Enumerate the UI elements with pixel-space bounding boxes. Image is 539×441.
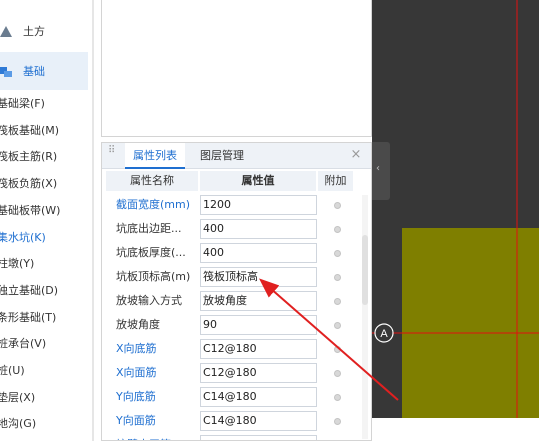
property-name: 坑底板厚度(... xyxy=(116,246,186,259)
app-window: 土方 基础 基础梁(F) 筏板基础(M) 筏板主筋(R) 筏板负筋(X) 基础板带(W)… xyxy=(0,0,539,441)
property-value-field[interactable]: C12@180 xyxy=(200,363,317,383)
column-header-value: 属性值 xyxy=(200,171,317,191)
extra-checkbox[interactable] xyxy=(334,274,341,281)
nav-item[interactable]: 垫层(X) xyxy=(0,385,35,411)
property-row: X向底筋 C12@180 xyxy=(102,337,371,361)
property-value-field[interactable]: C12@180 xyxy=(200,435,317,440)
property-name: X向面筋 xyxy=(116,366,157,379)
properties-tabbar: ⠿ 属性列表 图层管理 × xyxy=(102,143,371,169)
canvas-bottom-strip xyxy=(372,418,539,441)
extra-checkbox[interactable] xyxy=(334,418,341,425)
nav-category-foundation[interactable]: 基础 xyxy=(0,52,88,90)
property-value-field[interactable]: 400 xyxy=(200,219,317,239)
nav-item[interactable]: 筏板负筋(X) xyxy=(0,171,57,197)
foundation-icon xyxy=(0,67,12,77)
nav-item[interactable]: 集水坑(K) xyxy=(0,225,46,251)
property-value-field[interactable]: 放坡角度 xyxy=(200,291,317,311)
scrollbar-thumb[interactable] xyxy=(362,235,368,305)
properties-scrollbar[interactable] xyxy=(362,195,368,439)
property-name: 坑壁水平筋 xyxy=(116,433,171,440)
properties-panel: ⠿ 属性列表 图层管理 × 属性名称 属性值 附加 截面宽度(mm) 1200 坑底… xyxy=(101,142,372,441)
component-nav-tree: 土方 基础 基础梁(F) 筏板基础(M) 筏板主筋(R) 筏板负筋(X) 基础板带(W)… xyxy=(0,0,88,441)
property-row: 坑底出边距... 400 xyxy=(102,217,371,241)
tab-layers[interactable]: 图层管理 xyxy=(200,143,244,169)
nav-item[interactable]: 筏板基础(M) xyxy=(0,118,59,144)
property-name: 放坡输入方式 xyxy=(116,294,182,307)
extra-checkbox[interactable] xyxy=(334,394,341,401)
extra-checkbox[interactable] xyxy=(334,322,341,329)
property-row: Y向底筋 C14@180 xyxy=(102,385,371,409)
tab-properties[interactable]: 属性列表 xyxy=(125,143,185,169)
property-row: 坑壁水平筋 C12@180 xyxy=(102,433,371,440)
property-value-field[interactable]: 1200 xyxy=(200,195,317,215)
property-name: 坑板顶标高(m) xyxy=(116,270,191,283)
property-row: 坑底板厚度(... 400 xyxy=(102,241,371,265)
drag-grip-icon[interactable]: ⠿ xyxy=(108,146,116,163)
property-row: 坑板顶标高(m) 筏板顶标高 xyxy=(102,265,371,289)
nav-category-label: 基础 xyxy=(23,65,45,78)
property-value-field[interactable]: 400 xyxy=(200,243,317,263)
nav-item[interactable]: 基础板带(W) xyxy=(0,198,60,224)
nav-item[interactable]: 基础梁(F) xyxy=(0,91,45,117)
sump-pit-slab[interactable] xyxy=(402,228,539,441)
nav-item[interactable]: 地沟(G) xyxy=(0,411,36,437)
nav-item[interactable]: 柱墩(Y) xyxy=(0,251,34,277)
column-header-name: 属性名称 xyxy=(106,171,199,191)
property-name: 截面宽度(mm) xyxy=(116,198,191,211)
drawing-canvas[interactable]: ‹ A xyxy=(372,0,539,441)
earthwork-icon xyxy=(0,26,12,37)
property-value-field[interactable]: C12@180 xyxy=(200,339,317,359)
panel-splitter[interactable] xyxy=(92,0,94,441)
nav-item[interactable]: 条形基础(T) xyxy=(0,305,56,331)
nav-item[interactable]: 桩(U) xyxy=(0,358,25,384)
property-name: Y向底筋 xyxy=(116,390,156,403)
property-row: X向面筋 C12@180 xyxy=(102,361,371,385)
component-list-panel xyxy=(101,0,372,137)
property-row: 截面宽度(mm) 1200 xyxy=(102,193,371,217)
extra-checkbox[interactable] xyxy=(334,250,341,257)
property-name: Y向面筋 xyxy=(116,414,156,427)
extra-checkbox[interactable] xyxy=(334,346,341,353)
property-value-field[interactable]: 筏板顶标高 xyxy=(200,267,317,287)
column-header-extra: 附加 xyxy=(318,171,354,191)
property-value-field[interactable]: 90 xyxy=(200,315,317,335)
properties-grid-header: 属性名称 属性值 附加 xyxy=(102,170,371,192)
extra-checkbox[interactable] xyxy=(334,202,341,209)
extra-checkbox[interactable] xyxy=(334,370,341,377)
axis-label: A xyxy=(380,328,388,340)
nav-item[interactable]: 桩承台(V) xyxy=(0,331,46,357)
extra-checkbox[interactable] xyxy=(334,298,341,305)
property-name: 放坡角度 xyxy=(116,318,160,331)
nav-category-label: 土方 xyxy=(23,25,45,38)
nav-category-earthwork[interactable]: 土方 xyxy=(0,12,88,50)
property-row: 放坡输入方式 放坡角度 xyxy=(102,289,371,313)
nav-item[interactable]: 独立基础(D) xyxy=(0,278,58,304)
property-row: 放坡角度 90 xyxy=(102,313,371,337)
property-value-field[interactable]: C14@180 xyxy=(200,411,317,431)
canvas-drawing: A xyxy=(372,0,539,441)
property-row: Y向面筋 C14@180 xyxy=(102,409,371,433)
property-name: 坑底出边距... xyxy=(116,222,182,235)
close-icon[interactable]: × xyxy=(349,148,363,162)
property-value-field[interactable]: C14@180 xyxy=(200,387,317,407)
extra-checkbox[interactable] xyxy=(334,226,341,233)
property-name: X向底筋 xyxy=(116,342,157,355)
nav-item[interactable]: 筏板主筋(R) xyxy=(0,144,57,170)
